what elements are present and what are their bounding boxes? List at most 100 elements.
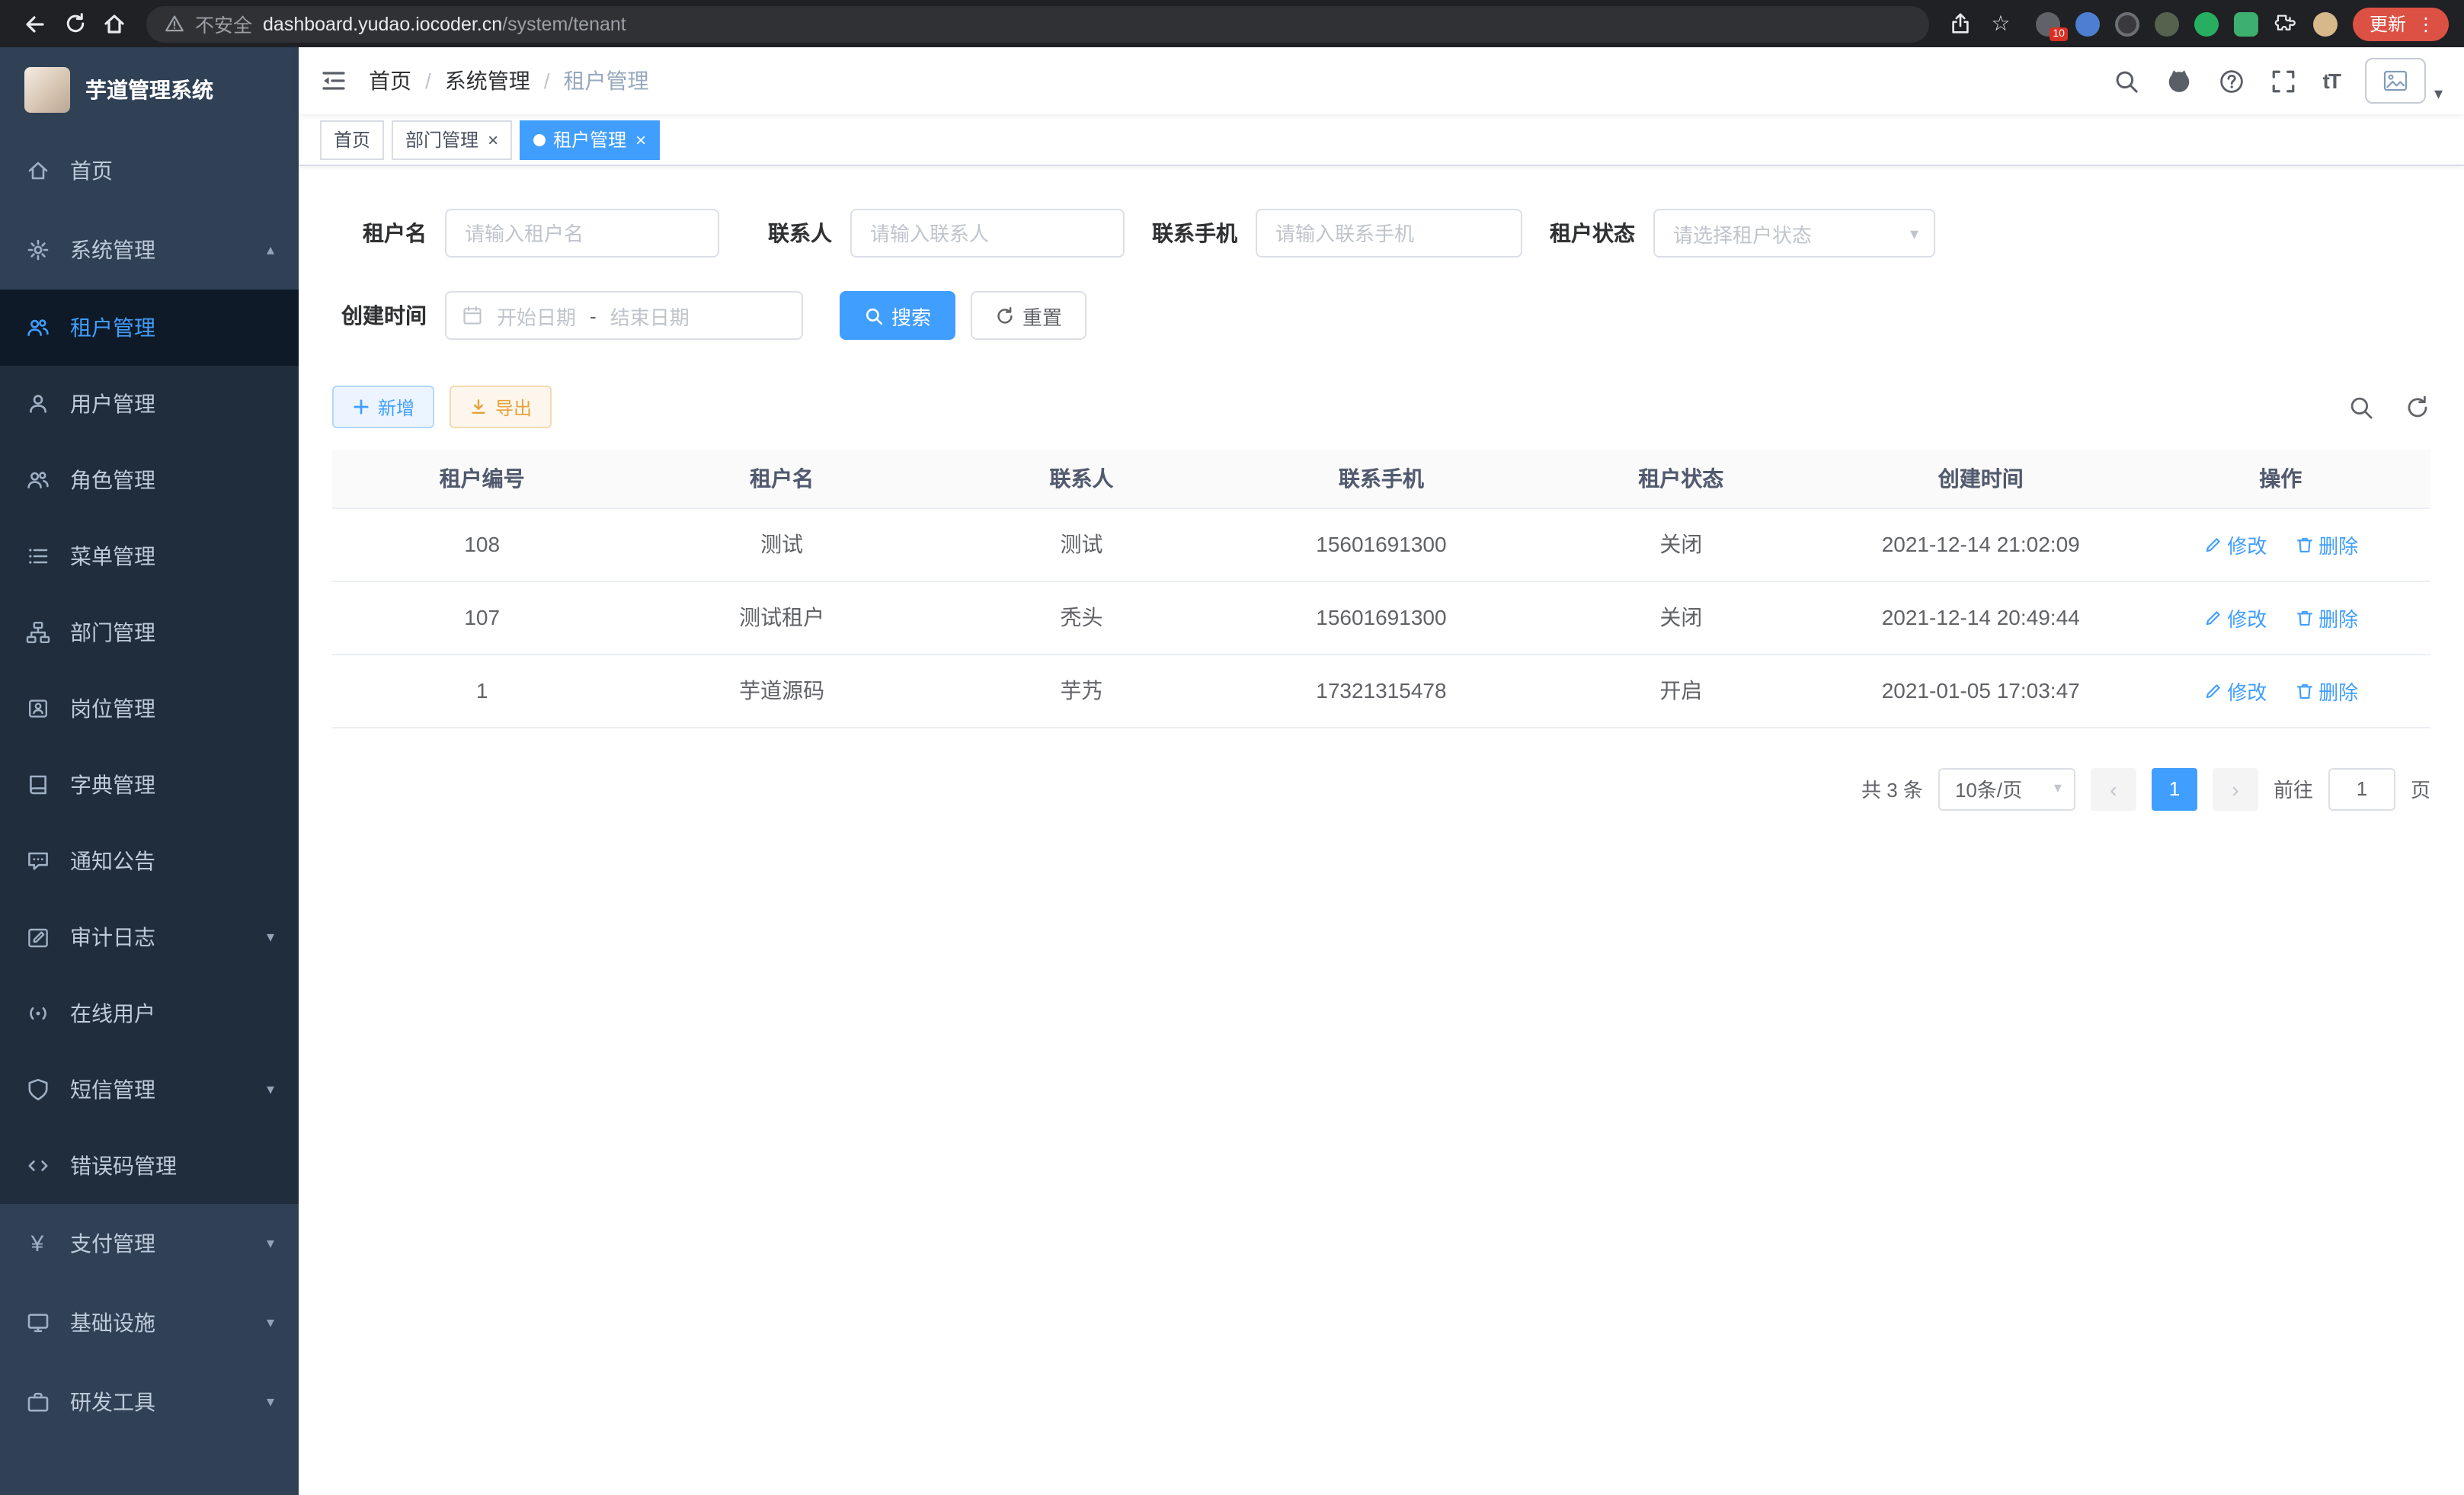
tenant-name-input[interactable] xyxy=(445,209,719,258)
close-icon[interactable]: × xyxy=(635,130,646,149)
share-icon xyxy=(1950,12,1973,35)
url-path: /system/tenant xyxy=(502,13,626,34)
avatar[interactable] xyxy=(2366,58,2427,104)
date-start-placeholder: 开始日期 xyxy=(497,301,576,330)
gear-icon xyxy=(24,237,50,263)
filter-status: 租户状态 请选择租户状态 ▾ xyxy=(1541,209,1935,258)
page-1-button[interactable]: 1 xyxy=(2152,767,2197,810)
extension-icon-6[interactable] xyxy=(2234,11,2258,36)
page-size-select[interactable]: 10条/页 ▾ xyxy=(1938,767,2075,810)
chevron-down-icon: ▾ xyxy=(267,1394,274,1410)
sidebar-item-audit-log[interactable]: 审计日志 ▾ xyxy=(0,899,299,975)
goto-page-input[interactable] xyxy=(2328,767,2395,810)
back-button[interactable] xyxy=(15,4,55,43)
refresh-icon xyxy=(995,306,1015,325)
home-button[interactable] xyxy=(94,4,134,43)
tab-tenant[interactable]: 租户管理 × xyxy=(520,120,660,159)
extension-icon-3[interactable] xyxy=(2115,11,2139,36)
extension-icon-4[interactable] xyxy=(2155,11,2179,36)
calendar-icon xyxy=(462,305,483,326)
star-icon: ☆ xyxy=(1991,11,2010,37)
profile-avatar-icon[interactable] xyxy=(2313,11,2338,36)
refresh-table-icon[interactable] xyxy=(2405,394,2430,420)
fullscreen-icon[interactable] xyxy=(2271,68,2297,94)
chevron-right-icon: › xyxy=(2232,776,2238,801)
reset-button[interactable]: 重置 xyxy=(971,291,1086,340)
sidebar-item-dept[interactable]: 部门管理 xyxy=(0,594,299,671)
delete-button[interactable]: 删除 xyxy=(2294,603,2358,632)
extension-icon-5[interactable] xyxy=(2194,11,2219,36)
col-tenant-id: 租户编号 xyxy=(332,450,632,507)
table-toolbar-right xyxy=(2348,394,2430,420)
sidebar-item-role[interactable]: 角色管理 xyxy=(0,442,299,518)
edit-button[interactable]: 修改 xyxy=(2203,530,2267,559)
users-icon xyxy=(24,467,50,493)
phone-input[interactable] xyxy=(1256,209,1522,258)
sidebar-item-sms[interactable]: 短信管理 ▾ xyxy=(0,1052,299,1128)
extension-icon-2[interactable] xyxy=(2075,11,2100,36)
breadcrumb-system[interactable]: 系统管理 xyxy=(445,66,530,96)
sidebar-item-devtools[interactable]: 研发工具 ▾ xyxy=(0,1362,299,1442)
breadcrumb-separator: / xyxy=(425,69,431,93)
hamburger-icon[interactable] xyxy=(320,67,347,94)
col-tenant-name: 租户名 xyxy=(632,450,931,507)
sidebar-item-home[interactable]: 首页 xyxy=(0,131,299,210)
search-icon[interactable] xyxy=(2114,68,2140,94)
sidebar-item-tenant[interactable]: 租户管理 xyxy=(0,290,299,366)
filter-tenant-name: 租户名 xyxy=(332,209,719,258)
sidebar-item-menu[interactable]: 菜单管理 xyxy=(0,518,299,594)
breadcrumb-home[interactable]: 首页 xyxy=(369,66,411,96)
org-tree-icon xyxy=(24,619,50,645)
sidebar-item-post[interactable]: 岗位管理 xyxy=(0,671,299,747)
search-toggle-icon[interactable] xyxy=(2348,394,2374,420)
reload-button[interactable] xyxy=(55,4,94,43)
trash-icon xyxy=(2294,607,2314,627)
sidebar-item-infra[interactable]: 基础设施 ▾ xyxy=(0,1283,299,1362)
edit-note-icon xyxy=(24,924,50,950)
sidebar-item-error-code[interactable]: 错误码管理 xyxy=(0,1128,299,1204)
edit-button[interactable]: 修改 xyxy=(2203,603,2267,632)
sidebar-item-dict[interactable]: 字典管理 xyxy=(0,747,299,823)
share-button[interactable] xyxy=(1941,4,1981,43)
shield-icon xyxy=(24,1077,50,1103)
puzzle-extensions-icon[interactable] xyxy=(2274,11,2298,36)
sidebar-item-online-user[interactable]: 在线用户 xyxy=(0,975,299,1052)
user-icon xyxy=(24,391,50,417)
col-contact: 联系人 xyxy=(932,450,1231,507)
sidebar-item-system[interactable]: 系统管理 ▴ xyxy=(0,210,299,290)
status-select[interactable]: 请选择租户状态 ▾ xyxy=(1653,209,1935,258)
address-bar[interactable]: 不安全 dashboard.yudao.iocoder.cn /system/t… xyxy=(146,5,1929,42)
sidebar-item-notice[interactable]: 通知公告 xyxy=(0,823,299,899)
close-icon[interactable]: × xyxy=(488,130,498,149)
contact-input[interactable] xyxy=(850,209,1125,258)
chevron-down-icon: ▾ xyxy=(1910,223,1918,243)
search-button[interactable]: 搜索 xyxy=(840,291,955,340)
user-avatar-menu[interactable]: ▾ xyxy=(2366,58,2443,104)
url-domain: dashboard.yudao.iocoder.cn xyxy=(263,13,502,34)
active-tab-dot xyxy=(533,133,546,146)
delete-button[interactable]: 删除 xyxy=(2294,676,2358,705)
github-icon[interactable] xyxy=(2166,67,2194,94)
help-icon[interactable] xyxy=(2219,68,2245,94)
tab-home[interactable]: 首页 xyxy=(320,120,384,159)
bookmark-star-button[interactable]: ☆ xyxy=(1981,4,2021,43)
users-icon xyxy=(24,315,50,341)
extension-icon-1[interactable]: 10 xyxy=(2036,11,2060,36)
prev-page-button[interactable]: ‹ xyxy=(2091,767,2136,810)
next-page-button[interactable]: › xyxy=(2213,767,2258,810)
edit-icon xyxy=(2203,680,2222,700)
date-end-placeholder: 结束日期 xyxy=(610,301,690,330)
delete-button[interactable]: 删除 xyxy=(2294,530,2358,559)
status-text: 关闭 xyxy=(1531,507,1831,581)
sidebar-item-payment[interactable]: ¥ 支付管理 ▾ xyxy=(0,1204,299,1283)
export-button[interactable]: 导出 xyxy=(450,386,552,428)
screen: 不安全 dashboard.yudao.iocoder.cn /system/t… xyxy=(0,0,2464,1495)
add-button[interactable]: 新增 xyxy=(332,386,434,428)
date-range-picker[interactable]: 开始日期 - 结束日期 xyxy=(445,291,803,340)
filter-row-1: 租户名 联系人 联系手机 租户状态 请选择租户状态 ▾ xyxy=(332,209,2430,258)
sidebar-item-user[interactable]: 用户管理 xyxy=(0,366,299,442)
tab-dept[interactable]: 部门管理 × xyxy=(392,120,512,159)
font-size-icon[interactable]: tT xyxy=(2323,69,2340,93)
edit-button[interactable]: 修改 xyxy=(2203,676,2267,705)
update-button[interactable]: 更新 ⋮ xyxy=(2353,7,2449,40)
